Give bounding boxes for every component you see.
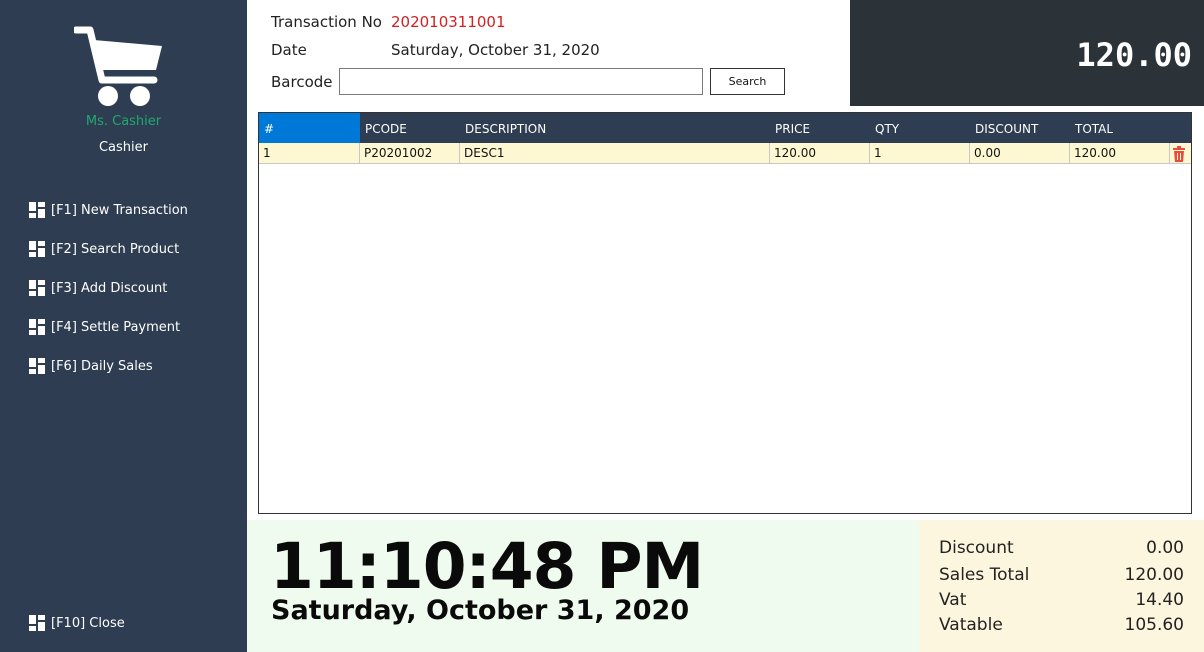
table-row[interactable]: 1 P20201002 DESC1 120.00 1 0.00 120.00 xyxy=(259,143,1191,164)
menu-label: [F10] Close xyxy=(51,615,125,631)
table-header: # PCODE DESCRIPTION PRICE QTY DISCOUNT T… xyxy=(259,113,1191,143)
vatable-label: Vatable xyxy=(939,615,1003,635)
transaction-no-label: Transaction No xyxy=(271,13,382,31)
clock-date: Saturday, October 31, 2020 xyxy=(271,595,690,626)
dashboard-tile-icon xyxy=(29,241,45,257)
menu-label: [F1] New Transaction xyxy=(51,202,188,218)
menu-add-discount[interactable]: [F3] Add Discount xyxy=(29,278,167,298)
date-label: Date xyxy=(271,41,307,59)
transaction-no-value: 202010311001 xyxy=(391,13,506,31)
column-header-total[interactable]: TOTAL xyxy=(1070,113,1170,143)
clock-time: 11:10:48 PM xyxy=(270,530,704,603)
cell-qty[interactable]: 1 xyxy=(870,143,970,164)
cell-description[interactable]: DESC1 xyxy=(460,143,770,164)
column-header-pcode[interactable]: PCODE xyxy=(360,113,460,143)
dashboard-tile-icon xyxy=(29,358,45,374)
vatable-value: 105.60 xyxy=(1124,615,1184,635)
menu-settle-payment[interactable]: [F4] Settle Payment xyxy=(29,317,180,337)
summary-panel: Discount 0.00 Sales Total 120.00 Vat 14.… xyxy=(919,520,1204,652)
cart-table: # PCODE DESCRIPTION PRICE QTY DISCOUNT T… xyxy=(258,112,1192,514)
dashboard-tile-icon xyxy=(29,280,45,296)
menu-label: [F2] Search Product xyxy=(51,241,180,257)
column-header-qty[interactable]: QTY xyxy=(870,113,970,143)
sales-total-value: 120.00 xyxy=(1124,565,1184,585)
menu-search-product[interactable]: [F2] Search Product xyxy=(29,239,179,259)
sidebar: Ms. Cashier Cashier [F1] New Transaction… xyxy=(0,0,247,652)
barcode-input[interactable] xyxy=(339,68,703,95)
total-amount: 120.00 xyxy=(1076,36,1192,74)
cell-no[interactable]: 1 xyxy=(259,143,360,164)
menu-label: [F3] Add Discount xyxy=(51,280,168,296)
user-name: Ms. Cashier xyxy=(85,114,162,129)
menu-daily-sales[interactable]: [F6] Daily Sales xyxy=(29,356,153,376)
cell-pcode[interactable]: P20201002 xyxy=(360,143,460,164)
user-role: Cashier xyxy=(98,140,148,155)
dashboard-tile-icon xyxy=(29,319,45,335)
dashboard-tile-icon xyxy=(29,615,45,631)
date-value: Saturday, October 31, 2020 xyxy=(391,41,600,59)
column-header-discount[interactable]: DISCOUNT xyxy=(970,113,1070,143)
trash-icon[interactable] xyxy=(1172,146,1186,162)
menu-new-transaction[interactable]: [F1] New Transaction xyxy=(29,200,188,220)
menu-label: [F6] Daily Sales xyxy=(51,358,153,374)
column-header-price[interactable]: PRICE xyxy=(770,113,870,143)
vat-label: Vat xyxy=(939,590,967,610)
search-button[interactable]: Search xyxy=(710,68,785,95)
shopping-cart-icon xyxy=(74,26,162,106)
discount-value: 0.00 xyxy=(1146,538,1184,558)
barcode-label: Barcode xyxy=(271,73,333,91)
menu-close[interactable]: [F10] Close xyxy=(29,613,125,633)
cell-price[interactable]: 120.00 xyxy=(770,143,870,164)
transaction-header: Transaction No 202010311001 Date Saturda… xyxy=(247,0,850,106)
vat-value: 14.40 xyxy=(1135,590,1184,610)
dashboard-tile-icon xyxy=(29,202,45,218)
total-display-panel: 120.00 xyxy=(850,0,1204,106)
clock-panel: 11:10:48 PM Saturday, October 31, 2020 xyxy=(247,520,919,652)
cell-discount[interactable]: 0.00 xyxy=(970,143,1070,164)
column-header-description[interactable]: DESCRIPTION xyxy=(460,113,770,143)
column-header-no[interactable]: # xyxy=(259,113,360,143)
sales-total-label: Sales Total xyxy=(939,565,1030,585)
discount-label: Discount xyxy=(939,538,1014,558)
menu-label: [F4] Settle Payment xyxy=(51,319,181,335)
cell-total[interactable]: 120.00 xyxy=(1070,143,1170,164)
